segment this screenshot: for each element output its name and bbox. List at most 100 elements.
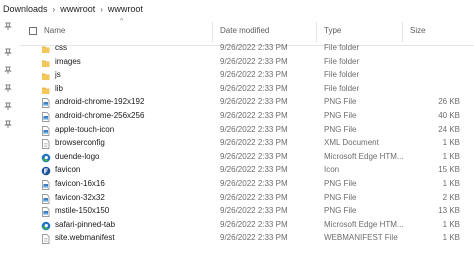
file-name: js xyxy=(55,70,61,80)
file-row[interactable]: images 9/26/2022 2:33 PM File folder xyxy=(20,56,474,70)
image-file-icon xyxy=(41,193,50,204)
breadcrumb-item-wwwroot-current[interactable]: wwwroot xyxy=(108,4,143,14)
file-date-modified: 9/26/2022 2:33 PM xyxy=(220,192,288,202)
file-size: 1 KB xyxy=(442,233,460,243)
file-type: File folder xyxy=(324,70,360,80)
file-list: css 9/26/2022 2:33 PM File folder images 9/2… xyxy=(20,42,474,246)
file-date-modified: 9/26/2022 2:33 PM xyxy=(220,56,288,66)
file-date-modified: 9/26/2022 2:33 PM xyxy=(220,83,288,93)
file-row[interactable]: favicon-32x32 9/26/2022 2:33 PM PNG File 2 … xyxy=(20,192,474,206)
sort-ascending-icon: ^ xyxy=(120,18,124,25)
file-row[interactable]: mstile-150x150 9/26/2022 2:33 PM PNG File 1… xyxy=(20,205,474,219)
file-row[interactable]: browserconfig 9/26/2022 2:33 PM XML Docume… xyxy=(20,137,474,151)
file-row[interactable]: duende-logo 9/26/2022 2:33 PM Microsoft Ed… xyxy=(20,151,474,165)
file-row[interactable]: site.webmanifest 9/26/2022 2:33 PM WEBMANI… xyxy=(20,232,474,246)
file-name: android-chrome-192x192 xyxy=(55,97,145,107)
image-file-icon xyxy=(41,180,50,190)
file-type: WEBMANIFEST File xyxy=(324,233,398,243)
file-row[interactable]: css 9/26/2022 2:33 PM File folder xyxy=(20,42,474,56)
pin-icon[interactable] xyxy=(4,22,12,30)
column-header-name[interactable]: Name xyxy=(44,26,65,35)
file-date-modified: 9/26/2022 2:33 PM xyxy=(220,97,288,107)
file-type: File folder xyxy=(324,83,360,93)
file-type: Microsoft Edge HTM... xyxy=(324,151,404,161)
file-name: lib xyxy=(55,83,64,93)
file-size: 2 KB xyxy=(442,192,460,202)
file-date-modified: 9/26/2022 2:33 PM xyxy=(220,70,288,80)
folder-icon xyxy=(41,58,50,68)
file-type: PNG File xyxy=(324,97,357,107)
folder-icon xyxy=(41,85,50,95)
file-type: XML Document xyxy=(324,138,379,148)
file-date-modified: 9/26/2022 2:33 PM xyxy=(220,110,288,120)
file-date-modified: 9/26/2022 2:33 PM xyxy=(220,178,288,188)
file-type: PNG File xyxy=(324,178,357,188)
file-name: site.webmanifest xyxy=(55,233,115,243)
folder-icon xyxy=(41,71,50,81)
column-divider[interactable] xyxy=(402,22,403,42)
file-type: PNG File xyxy=(324,110,357,120)
file-row[interactable]: safari-pinned-tab 9/26/2022 2:33 PM Micros… xyxy=(20,219,474,233)
pin-icon[interactable] xyxy=(4,120,12,128)
file-date-modified: 9/26/2022 2:33 PM xyxy=(220,206,288,216)
breadcrumb-item-downloads[interactable]: Downloads xyxy=(3,4,48,14)
file-size: 1 KB xyxy=(442,138,460,148)
column-header-size[interactable]: Size xyxy=(410,26,426,35)
file-name: mstile-150x150 xyxy=(55,206,110,216)
file-name: duende-logo xyxy=(55,151,100,161)
file-date-modified: 9/26/2022 2:33 PM xyxy=(220,233,288,243)
pin-icon[interactable] xyxy=(4,102,12,110)
file-row[interactable]: favicon-16x16 9/26/2022 2:33 PM PNG File 1 … xyxy=(20,178,474,192)
file-type: PNG File xyxy=(324,192,357,202)
file-date-modified: 9/26/2022 2:33 PM xyxy=(220,151,288,161)
file-name: favicon-16x16 xyxy=(55,178,105,188)
select-all-checkbox[interactable] xyxy=(29,27,37,35)
file-name: browserconfig xyxy=(55,138,105,148)
file-size: 15 KB xyxy=(438,165,460,175)
image-file-icon xyxy=(41,112,50,122)
file-row[interactable]: js 9/26/2022 2:33 PM File folder xyxy=(20,69,474,83)
pin-icon[interactable] xyxy=(4,66,12,74)
breadcrumb-separator-icon[interactable]: › xyxy=(53,5,56,14)
image-file-icon xyxy=(41,98,50,109)
file-size: 1 KB xyxy=(442,219,460,229)
column-divider[interactable] xyxy=(316,22,317,42)
file-date-modified: 9/26/2022 2:33 PM xyxy=(220,138,288,148)
breadcrumb-item-wwwroot[interactable]: wwwroot xyxy=(60,4,95,14)
file-row[interactable]: favicon 9/26/2022 2:33 PM Icon 15 KB xyxy=(20,164,474,178)
file-row[interactable]: apple-touch-icon 9/26/2022 2:33 PM PNG Fil… xyxy=(20,124,474,138)
pin-icon[interactable] xyxy=(4,48,12,56)
file-row[interactable]: lib 9/26/2022 2:33 PM File folder xyxy=(20,83,474,97)
breadcrumb-separator-icon[interactable]: › xyxy=(100,5,103,14)
file-size: 40 KB xyxy=(438,110,460,120)
column-header-date-modified[interactable]: Date modified xyxy=(220,26,269,35)
file-size: 1 KB xyxy=(442,151,460,161)
file-type: File folder xyxy=(324,56,360,66)
file-size: 24 KB xyxy=(438,124,460,134)
file-name: apple-touch-icon xyxy=(55,124,115,134)
edge-icon xyxy=(41,153,51,163)
column-divider[interactable] xyxy=(212,22,213,42)
file-row[interactable]: android-chrome-192x192 9/26/2022 2:33 PM P… xyxy=(20,96,474,110)
file-size: 1 KB xyxy=(442,178,460,188)
file-date-modified: 9/26/2022 2:33 PM xyxy=(220,219,288,229)
pin-icon[interactable] xyxy=(4,84,12,92)
edge-icon xyxy=(41,221,51,231)
file-name: css xyxy=(55,43,67,52)
column-header-type[interactable]: Type xyxy=(324,26,341,35)
document-icon xyxy=(41,234,50,245)
file-date-modified: 9/26/2022 2:33 PM xyxy=(220,165,288,175)
file-type: PNG File xyxy=(324,124,357,134)
file-row[interactable]: android-chrome-256x256 9/26/2022 2:33 PM P… xyxy=(20,110,474,124)
image-file-icon xyxy=(41,125,50,136)
folder-icon xyxy=(41,44,50,54)
file-name: images xyxy=(55,56,81,66)
file-type: PNG File xyxy=(324,206,357,216)
file-size: 26 KB xyxy=(438,97,460,107)
image-file-icon xyxy=(41,207,50,217)
file-type: Icon xyxy=(324,165,340,175)
breadcrumb: Downloads › wwwroot › wwwroot xyxy=(0,0,474,18)
ico-file-icon xyxy=(41,166,51,176)
navigation-pane-edge xyxy=(0,18,20,253)
file-name: favicon xyxy=(55,165,81,175)
